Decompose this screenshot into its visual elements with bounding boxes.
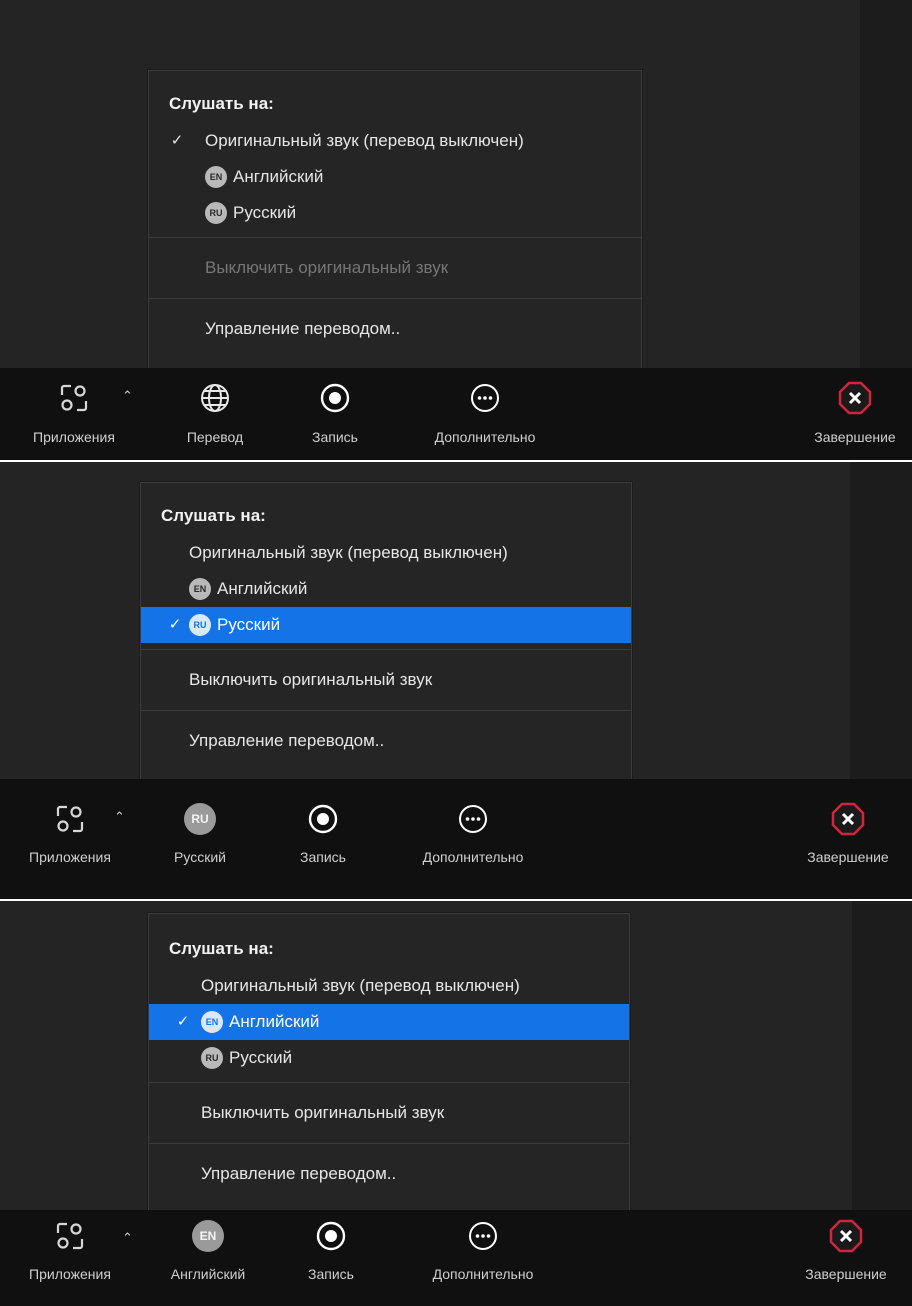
more-label: Дополнительно [432,1266,534,1282]
right-strip [852,901,912,1214]
translation-label: Перевод [186,429,244,445]
more-icon [453,801,493,837]
menu-item-english[interactable]: EN Английский [141,571,631,607]
screenshot-panel-2: Слушать на: Оригинальный звук (перевод в… [0,462,912,899]
translation-button[interactable]: EN Английский [150,1210,266,1302]
end-icon [828,801,868,837]
apps-button[interactable]: Приложения [4,368,144,460]
meeting-toolbar: Приложения ⌃ RU Русский Запись Дополните… [0,779,912,899]
menu-item-label: Русский [229,1048,293,1067]
listen-in-menu: Слушать на: ✓ Оригинальный звук (перевод… [148,70,642,369]
ru-badge-icon: RU [201,1047,223,1069]
more-icon [465,380,505,416]
menu-item-label: Русский [233,203,297,222]
ru-language-icon: RU [180,801,220,837]
menu-item-mute-original: Выключить оригинальный звук [205,258,449,277]
menu-item-english[interactable]: ✓ EN Английский [149,1004,629,1040]
meeting-toolbar: Приложения ⌃ EN Английский Запись Дополн… [0,1210,912,1306]
apps-icon [54,380,94,416]
menu-header: Слушать на: [161,506,266,525]
menu-item-original-audio[interactable]: Оригинальный звук (перевод выключен) [149,968,629,1004]
chevron-up-icon[interactable]: ⌃ [122,1230,133,1246]
menu-item-original-audio[interactable]: ✓ Оригинальный звук (перевод выключен) [149,123,641,159]
end-label: Завершение [807,849,889,865]
globe-icon [195,380,235,416]
chevron-up-icon[interactable]: ⌃ [122,388,133,404]
menu-item-mute-original[interactable]: Выключить оригинальный звук [141,650,631,710]
end-icon [826,1218,866,1254]
listen-in-menu: Слушать на: Оригинальный звук (перевод в… [148,913,630,1211]
apps-label: Приложения [29,1266,111,1282]
record-label: Запись [300,849,346,865]
menu-item-label: Оригинальный звук (перевод выключен) [201,976,520,995]
menu-item-label: Оригинальный звук (перевод выключен) [189,543,508,562]
end-meeting-button[interactable]: Завершение [786,1210,906,1302]
more-icon [463,1218,503,1254]
menu-item-label: Русский [217,615,281,634]
record-button[interactable]: Запись [290,368,380,460]
menu-item-mute-original[interactable]: Выключить оригинальный звук [149,1083,629,1143]
end-meeting-button[interactable]: Завершение [798,368,912,460]
checkmark-icon: ✓ [176,1013,190,1030]
translation-label: Английский [170,1266,246,1282]
menu-header: Слушать на: [169,94,274,113]
record-label: Запись [308,1266,354,1282]
record-button[interactable]: Запись [286,1210,376,1302]
en-badge-icon: EN [201,1011,223,1033]
menu-item-label: Английский [233,167,324,186]
menu-item-manage-translation[interactable]: Управление переводом.. [149,1144,629,1204]
apps-icon [50,801,90,837]
menu-header: Слушать на: [169,939,274,958]
right-strip [850,462,912,807]
end-meeting-button[interactable]: Завершение [788,779,908,871]
apps-label: Приложения [29,849,111,865]
end-label: Завершение [805,1266,887,1282]
more-button[interactable]: Дополнительно [408,1210,558,1302]
ru-badge-icon: RU [205,202,227,224]
record-icon [315,380,355,416]
menu-item-manage-translation[interactable]: Управление переводом.. [149,299,641,359]
record-icon [303,801,343,837]
end-icon [835,380,875,416]
apps-button[interactable]: Приложения [0,1210,140,1302]
checkmark-icon: ✓ [168,616,182,633]
translation-label: Русский [174,849,226,865]
translation-button[interactable]: RU Русский [150,779,250,871]
meeting-toolbar: Приложения ⌃ Перевод Запись Дополнительн… [0,368,912,460]
en-badge-icon: EN [189,578,211,600]
apps-label: Приложения [33,429,115,445]
more-button[interactable]: Дополнительно [398,779,548,871]
translation-button[interactable]: Перевод [160,368,270,460]
menu-item-original-audio[interactable]: Оригинальный звук (перевод выключен) [141,535,631,571]
menu-item-russian[interactable]: RU Русский [149,195,641,231]
menu-item-english[interactable]: EN Английский [149,159,641,195]
listen-in-menu: Слушать на: Оригинальный звук (перевод в… [140,482,632,780]
screenshot-panel-3: Слушать на: Оригинальный звук (перевод в… [0,901,912,1306]
right-strip [860,0,912,368]
ru-badge-icon: RU [189,614,211,636]
en-badge-icon: EN [205,166,227,188]
chevron-up-icon[interactable]: ⌃ [114,809,125,825]
menu-item-label: Оригинальный звук (перевод выключен) [205,131,524,150]
more-label: Дополнительно [422,849,524,865]
record-icon [311,1218,351,1254]
apps-button[interactable]: Приложения [0,779,140,871]
record-button[interactable]: Запись [278,779,368,871]
end-label: Завершение [814,429,896,445]
more-label: Дополнительно [434,429,536,445]
menu-item-russian[interactable]: ✓ RU Русский [141,607,631,643]
menu-item-label: Английский [217,579,308,598]
en-language-icon: EN [188,1218,228,1254]
record-label: Запись [312,429,358,445]
screenshot-panel-1: Слушать на: ✓ Оригинальный звук (перевод… [0,0,912,460]
checkmark-icon: ✓ [170,132,184,149]
menu-item-manage-translation[interactable]: Управление переводом.. [141,711,631,771]
apps-icon [50,1218,90,1254]
more-button[interactable]: Дополнительно [410,368,560,460]
menu-item-russian[interactable]: RU Русский [149,1040,629,1076]
menu-item-label: Английский [229,1012,320,1031]
